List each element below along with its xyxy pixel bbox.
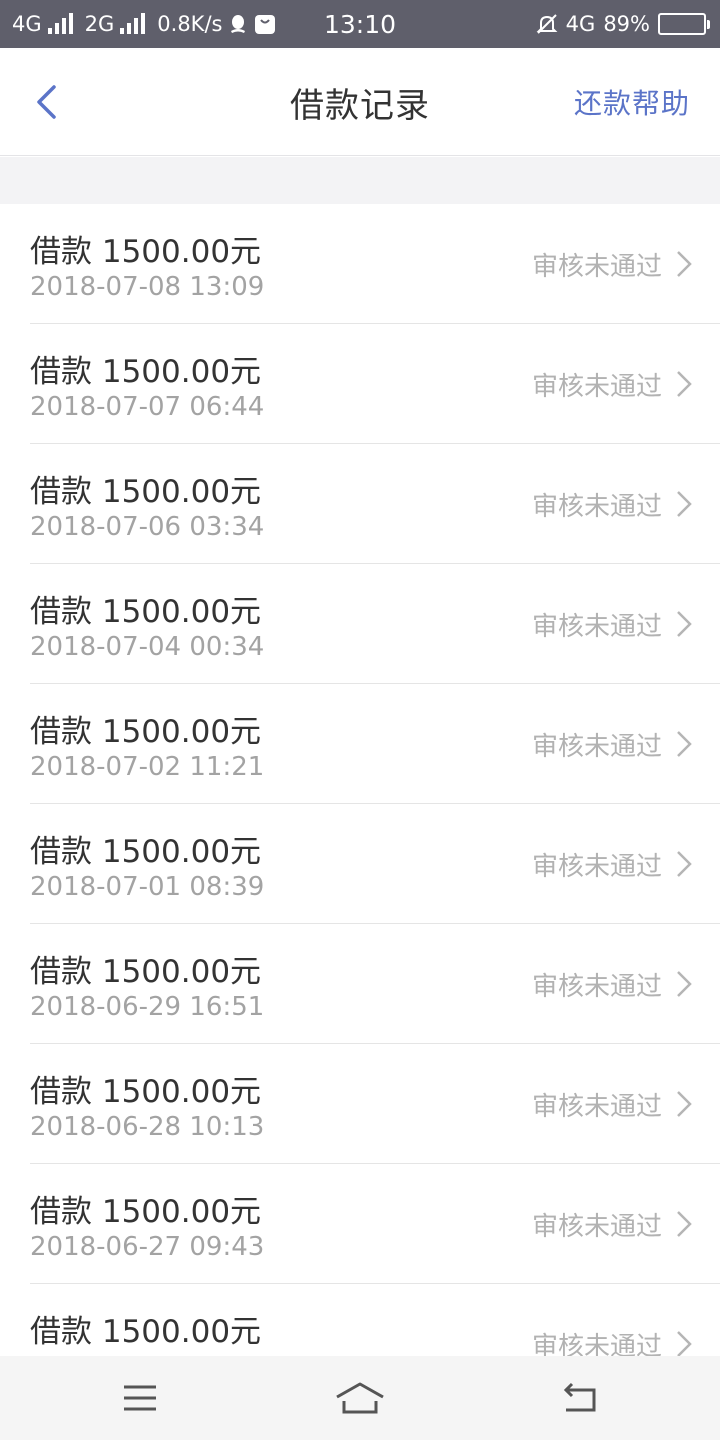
chevron-left-icon: [37, 85, 56, 119]
status-bar: 4G 2G 0.8K/s 13:10 4G 89%: [0, 0, 720, 48]
loan-date-label: 2018-07-06 03:34: [30, 512, 265, 542]
loan-date-label: 2018-06-29 16:51: [30, 992, 265, 1022]
loan-record-row[interactable]: 借款 1500.00元 2018-06-27 09:43 审核未通过: [30, 1164, 720, 1284]
loan-record-row[interactable]: 借款 1500.00元 2018-07-06 03:34 审核未通过: [30, 444, 720, 564]
nav-bar: 借款记录 还款帮助: [0, 48, 720, 156]
loan-record-row[interactable]: 借款 1500.00元 2018-06-29 16:51 审核未通过: [30, 924, 720, 1044]
chevron-right-icon: [677, 251, 692, 277]
chevron-right-icon: [677, 1331, 692, 1356]
loan-amount-label: 借款 1500.00元: [30, 954, 262, 990]
signal-icon-2: [120, 13, 146, 34]
loan-amount-label: 借款 1500.00元: [30, 1194, 262, 1230]
loan-amount-label: 借款 1500.00元: [30, 594, 262, 630]
menu-icon: [124, 1385, 156, 1411]
system-nav-bar: [0, 1356, 720, 1440]
review-status-label: 审核未通过: [531, 251, 662, 282]
chevron-right-icon: [677, 851, 692, 877]
loan-amount-label: 借款 1500.00元: [30, 474, 262, 510]
network-speed: 0.8K/s: [157, 12, 223, 36]
loan-date-label: 2018-07-02 11:21: [30, 752, 265, 782]
loan-record-list: 借款 1500.00元 2018-07-08 13:09 审核未通过 借款 1500.…: [0, 204, 720, 1356]
review-status-label: 审核未通过: [531, 371, 662, 402]
chevron-right-icon: [677, 1091, 692, 1117]
loan-date-label: 2018-06-27 09:43: [30, 1232, 265, 1262]
review-status-label: 审核未通过: [531, 611, 662, 642]
screen: 4G 2G 0.8K/s 13:10 4G 89% 借款记录 还款帮助 借款 1…: [0, 0, 720, 1440]
back-button[interactable]: [22, 78, 70, 126]
network-label-4g-right: 4G: [565, 12, 596, 36]
chevron-right-icon: [677, 971, 692, 997]
home-icon: [336, 1382, 384, 1414]
loan-record-row[interactable]: 借款 1500.00元 2018-07-02 11:21 审核未通过: [30, 684, 720, 804]
loan-record-row[interactable]: 借款 1500.00元 2018-07-04 00:34 审核未通过: [30, 564, 720, 684]
shopping-bag-icon: [254, 13, 276, 35]
review-status-label: 审核未通过: [531, 971, 662, 1002]
network-label-2g: 2G: [84, 12, 115, 36]
section-divider: [0, 157, 720, 204]
return-icon: [563, 1382, 596, 1412]
qq-icon: [228, 13, 248, 35]
status-left: 4G 2G 0.8K/s: [12, 0, 276, 48]
loan-date-label: 2018-07-08 13:09: [30, 272, 265, 302]
loan-record-row[interactable]: 借款 1500.00元 2018-06-28 10:13 审核未通过: [30, 1044, 720, 1164]
signal-icon: [47, 13, 73, 34]
loan-date-label: 2018-07-07 06:44: [30, 392, 265, 422]
system-menu-button[interactable]: [90, 1356, 190, 1440]
loan-amount-label: 借款 1500.00元: [30, 714, 262, 750]
review-status-label: 审核未通过: [531, 1091, 662, 1122]
review-status-label: 审核未通过: [531, 851, 662, 882]
chevron-right-icon: [677, 491, 692, 517]
loan-record-row[interactable]: 借款 1500.00元 审核未通过: [30, 1284, 720, 1356]
status-right: 4G 89%: [536, 0, 710, 48]
silent-bell-icon: [536, 13, 558, 35]
loan-amount-label: 借款 1500.00元: [30, 1314, 262, 1350]
battery-percent: 89%: [603, 12, 650, 36]
loan-record-row[interactable]: 借款 1500.00元 2018-07-07 06:44 审核未通过: [30, 324, 720, 444]
network-label-4g: 4G: [12, 12, 42, 36]
loan-date-label: 2018-07-01 08:39: [30, 872, 265, 902]
repayment-help-link[interactable]: 还款帮助: [574, 48, 690, 156]
system-home-button[interactable]: [310, 1356, 410, 1440]
review-status-label: 审核未通过: [531, 1211, 662, 1242]
loan-amount-label: 借款 1500.00元: [30, 834, 262, 870]
chevron-right-icon: [677, 1211, 692, 1237]
loan-record-row[interactable]: 借款 1500.00元 2018-07-08 13:09 审核未通过: [30, 204, 720, 324]
chevron-right-icon: [677, 731, 692, 757]
loan-amount-label: 借款 1500.00元: [30, 234, 262, 270]
battery-icon: [658, 13, 710, 35]
chevron-right-icon: [677, 371, 692, 397]
loan-date-label: 2018-07-04 00:34: [30, 632, 265, 662]
review-status-label: 审核未通过: [531, 731, 662, 762]
review-status-label: 审核未通过: [531, 1331, 662, 1357]
review-status-label: 审核未通过: [531, 491, 662, 522]
chevron-right-icon: [677, 611, 692, 637]
loan-amount-label: 借款 1500.00元: [30, 1074, 262, 1110]
loan-date-label: 2018-06-28 10:13: [30, 1112, 265, 1142]
system-back-button[interactable]: [530, 1356, 630, 1440]
loan-amount-label: 借款 1500.00元: [30, 354, 262, 390]
loan-record-row[interactable]: 借款 1500.00元 2018-07-01 08:39 审核未通过: [30, 804, 720, 924]
